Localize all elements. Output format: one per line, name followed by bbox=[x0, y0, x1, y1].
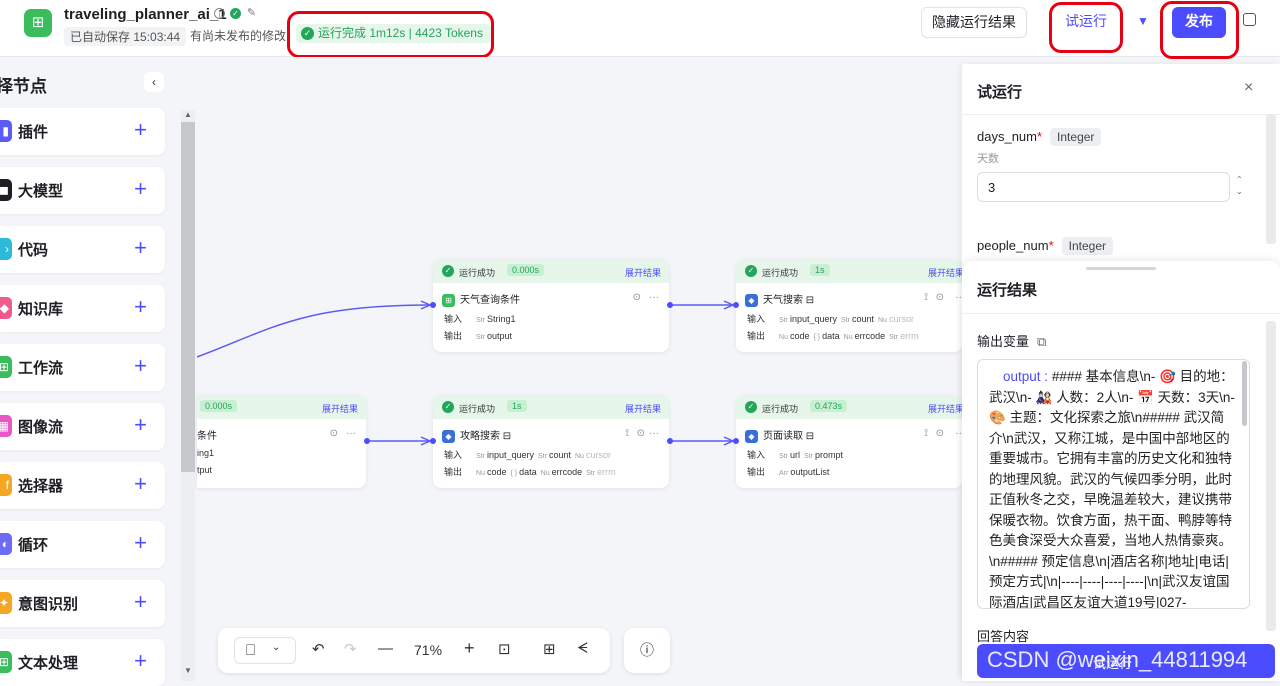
chevron-down-icon: ⌄ bbox=[272, 642, 281, 653]
help-icon[interactable]: ⓘ bbox=[624, 628, 670, 673]
node-header: ✓ 运行成功 0.473s 展开结果 bbox=[736, 395, 962, 419]
plugin-icon: ◆ bbox=[745, 293, 758, 307]
canvas-toolbar: ⎕ ⌄ ↶ ↷ — 71% + ⊡ ⊞ ᗕ bbox=[218, 628, 610, 673]
node-time-badge: 0.000s bbox=[200, 400, 238, 412]
copy-icon[interactable]: ⧉ bbox=[1037, 334, 1046, 349]
output-port[interactable] bbox=[667, 302, 673, 308]
check-icon: ✓ bbox=[745, 265, 757, 277]
node-title: 条件 bbox=[197, 431, 217, 442]
output-var-label: 输出变量 ⧉ bbox=[977, 334, 1047, 349]
more-icon[interactable]: ··· bbox=[649, 428, 659, 439]
node-time-badge: 1s bbox=[810, 264, 830, 276]
field-description: 天数 bbox=[977, 153, 999, 165]
panel-title: 试运行 bbox=[977, 84, 1023, 101]
result-title: 运行结果 bbox=[977, 282, 1038, 299]
undo-icon[interactable]: ↶ bbox=[312, 640, 325, 658]
node-title: ⊞ 天气查询条件 bbox=[442, 291, 520, 307]
node-output-row: 输出 Str output bbox=[444, 331, 512, 341]
node-input-row: 输入 Str url Str prompt bbox=[747, 450, 843, 460]
node-status: 运行成功 bbox=[459, 268, 496, 278]
expand-results-link[interactable]: 展开结果 bbox=[928, 402, 962, 415]
plugin-icon: ◆ bbox=[745, 429, 758, 443]
run-node-icon[interactable]: ⊙ bbox=[936, 428, 944, 439]
node-page-reader[interactable]: ✓ 运行成功 0.473s 展开结果 ◆ 页面读取 ⊟ ⟟ ⊙ ·· 输入 Str url Str… bbox=[736, 395, 962, 488]
node-header: 0.000s 展开结果 bbox=[197, 395, 366, 419]
node-input-row: ing1 bbox=[197, 448, 215, 458]
more-icon[interactable]: ·· bbox=[955, 292, 962, 303]
node-header: ✓ 运行成功 1s 展开结果 bbox=[433, 395, 669, 419]
zoom-out-icon[interactable]: — bbox=[378, 640, 393, 657]
redo-icon[interactable]: ↷ bbox=[344, 640, 357, 658]
node-output-row: tput bbox=[197, 465, 213, 475]
comment-icon[interactable]: ᗕ bbox=[577, 640, 588, 657]
output-port[interactable] bbox=[364, 438, 370, 444]
node-title: ◆ 天气搜索 ⊟ bbox=[745, 291, 814, 307]
watermark: CSDN @weixin_44811994 bbox=[987, 647, 1248, 672]
zoom-level[interactable]: 71% bbox=[414, 642, 442, 658]
panel-scrollbar[interactable] bbox=[1266, 114, 1276, 244]
node-weather-condition[interactable]: ✓ 运行成功 0.000s 展开结果 ⊞ 天气查询条件 ⊙ ··· 输入 Str String… bbox=[433, 259, 669, 352]
bottom-test-run-button[interactable]: 试运行 CSDN @weixin_44811994 bbox=[977, 644, 1275, 678]
drag-handle[interactable] bbox=[1086, 267, 1156, 270]
node-output-row: 输出 Nu code{ } data Nu errcode Str errm bbox=[444, 467, 616, 477]
run-node-icon[interactable]: ⊙ bbox=[637, 428, 645, 439]
more-icon[interactable]: ··· bbox=[649, 292, 659, 303]
workflow-icon: ⊞ bbox=[442, 293, 455, 307]
field-label: days_num* Integer bbox=[977, 128, 1102, 146]
text-scroll-thumb[interactable] bbox=[1242, 361, 1247, 426]
stepper-icon[interactable]: ⌃ ⌄ bbox=[1236, 174, 1243, 198]
plugin-icon: ◆ bbox=[442, 429, 455, 443]
result-scrollbar[interactable] bbox=[1266, 321, 1276, 631]
close-icon[interactable]: × bbox=[1244, 79, 1253, 97]
input-port[interactable] bbox=[733, 302, 739, 308]
fit-view-icon[interactable]: ⊡ bbox=[498, 640, 511, 658]
node-input-row: 输入 Str String1 bbox=[444, 314, 516, 324]
expand-results-link[interactable]: 展开结果 bbox=[322, 402, 358, 415]
node-status: 运行成功 bbox=[762, 268, 799, 278]
node-time-badge: 0.000s bbox=[507, 264, 545, 276]
field-label: people_num* Integer bbox=[977, 237, 1113, 255]
node-time-badge: 1s bbox=[507, 400, 527, 412]
zoom-in-icon[interactable]: + bbox=[464, 638, 475, 659]
bypass-icon[interactable]: ⟟ bbox=[924, 428, 928, 439]
node-header: ✓ 运行成功 0.000s 展开结果 bbox=[433, 259, 669, 283]
check-icon: ✓ bbox=[442, 265, 454, 277]
input-port[interactable] bbox=[733, 438, 739, 444]
bypass-icon[interactable]: ⟟ bbox=[625, 428, 629, 439]
run-node-icon[interactable]: ⊙ bbox=[330, 428, 338, 439]
node-status: 运行成功 bbox=[762, 404, 799, 414]
node-input-row: 输入 Str input_query Str count Nu cursor bbox=[747, 314, 914, 324]
node-time-badge: 0.473s bbox=[810, 400, 848, 412]
days-num-input[interactable]: 3 bbox=[977, 172, 1230, 202]
node-weather-search[interactable]: ✓ 运行成功 1s 展开结果 ◆ 天气搜索 ⊟ ⟟ ⊙ ·· 输入 Str input_quer… bbox=[736, 259, 962, 352]
node-output-row: 输出 Nu code{ } data Nu errcode Str errm bbox=[747, 331, 919, 341]
node-status: 运行成功 bbox=[459, 404, 496, 414]
node-title: ◆ 攻略搜索 ⊟ bbox=[442, 427, 511, 443]
bypass-icon[interactable]: ⟟ bbox=[924, 292, 928, 303]
node-input-row: 输入 Str input_query Str count Nu cursor bbox=[444, 450, 611, 460]
output-text[interactable]: output : #### 基本信息\n- 🎯 目的地：武汉\n- 🎎 人数：2… bbox=[977, 359, 1250, 609]
layout-icon[interactable]: ⊞ bbox=[543, 640, 556, 658]
expand-results-link[interactable]: 展开结果 bbox=[625, 266, 661, 279]
run-result-panel: 运行结果 输出变量 ⧉ output : #### 基本信息\n- 🎯 目的地：武… bbox=[962, 261, 1280, 681]
node-condition-partial[interactable]: 0.000s 展开结果 条件 ⊙ ··· ing1 tput bbox=[197, 395, 366, 488]
check-icon: ✓ bbox=[745, 401, 757, 413]
node-guide-search[interactable]: ✓ 运行成功 1s 展开结果 ◆ 攻略搜索 ⊟ ⟟ ⊙ ··· 输入 Str input_que… bbox=[433, 395, 669, 488]
run-node-icon[interactable]: ⊙ bbox=[633, 292, 641, 303]
more-icon[interactable]: ·· bbox=[955, 428, 962, 439]
input-port[interactable] bbox=[430, 302, 436, 308]
more-icon[interactable]: ··· bbox=[346, 428, 356, 439]
node-header: ✓ 运行成功 1s 展开结果 bbox=[736, 259, 962, 283]
check-icon: ✓ bbox=[442, 401, 454, 413]
expand-results-link[interactable]: 展开结果 bbox=[928, 266, 962, 279]
run-node-icon[interactable]: ⊙ bbox=[936, 292, 944, 303]
output-port[interactable] bbox=[667, 438, 673, 444]
node-output-row: 输出 Arr outputList bbox=[747, 467, 830, 477]
mouse-icon: ⎕ bbox=[246, 642, 256, 659]
node-title: ◆ 页面读取 ⊟ bbox=[745, 427, 814, 443]
input-port[interactable] bbox=[430, 438, 436, 444]
interaction-mode-select[interactable]: ⎕ ⌄ bbox=[234, 637, 296, 664]
expand-results-link[interactable]: 展开结果 bbox=[625, 402, 661, 415]
answer-label: 回答内容 bbox=[977, 629, 1030, 644]
